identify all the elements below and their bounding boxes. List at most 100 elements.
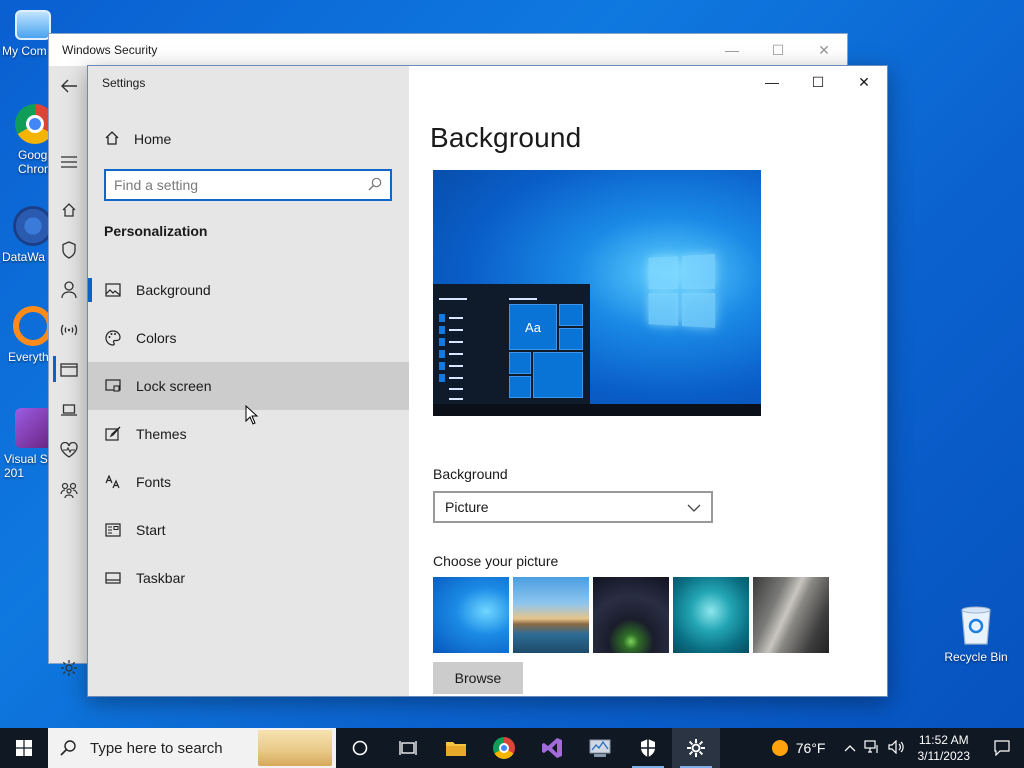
system-tray: 76°F 11:52 AM 3/11/2023 <box>758 728 1024 768</box>
desktop-icon-label: Recycle Bin <box>944 650 1008 664</box>
picture-thumbnail-1[interactable] <box>433 577 509 653</box>
notification-icon <box>994 740 1010 756</box>
chrome-icon <box>493 737 515 759</box>
file-explorer-button[interactable] <box>432 728 480 768</box>
page-title: Background <box>430 122 582 153</box>
shield-icon[interactable] <box>59 240 79 260</box>
folder-icon <box>446 742 466 756</box>
laptop-icon[interactable] <box>59 400 79 420</box>
chevron-up-icon[interactable] <box>840 741 860 755</box>
nav-item-taskbar[interactable]: Taskbar <box>88 554 409 602</box>
recycle-bin-icon <box>961 606 991 645</box>
start-menu-icon <box>104 521 122 539</box>
settings-window[interactable]: Settings Home Personalization Background <box>87 65 888 697</box>
clock-time: 11:52 AM <box>918 733 969 747</box>
gear-icon <box>687 739 705 757</box>
visual-studio-button[interactable] <box>528 728 576 768</box>
window-title: Windows Security <box>62 43 158 57</box>
security-nav-rail <box>49 66 89 676</box>
picture-thumbnail-5[interactable] <box>753 577 829 653</box>
magnifier-icon <box>13 306 53 346</box>
background-type-dropdown[interactable]: Picture <box>433 491 713 523</box>
gear-icon[interactable] <box>59 658 79 678</box>
picture-thumbnail-4[interactable] <box>673 577 749 653</box>
clock-date: 3/11/2023 <box>917 749 971 763</box>
nav-item-label: Fonts <box>136 474 172 490</box>
picture-icon <box>104 281 122 299</box>
section-heading: Personalization <box>104 223 208 239</box>
nav-item-label: Background <box>136 282 211 298</box>
back-arrow-icon[interactable] <box>59 76 79 96</box>
search-icon <box>60 740 76 756</box>
brush-icon <box>104 425 122 443</box>
task-view-button[interactable] <box>384 728 432 768</box>
background-type-label: Background <box>433 466 508 482</box>
maximize-button[interactable]: ☐ <box>755 34 801 66</box>
computer-icon <box>15 10 51 40</box>
settings-button[interactable] <box>672 728 720 768</box>
clock[interactable]: 11:52 AM 3/11/2023 <box>908 732 981 764</box>
notifications-button[interactable] <box>980 728 1024 768</box>
cortana-button[interactable] <box>336 728 384 768</box>
windows-logo-icon <box>16 740 32 756</box>
desktop-preview: Aa <box>433 170 761 416</box>
nav-item-fonts[interactable]: Fonts <box>88 458 409 506</box>
network-icon[interactable] <box>860 739 884 757</box>
home-nav-item[interactable]: Home <box>104 128 171 150</box>
family-icon[interactable] <box>59 480 79 500</box>
picture-thumbnail-2[interactable] <box>513 577 589 653</box>
palette-icon <box>104 329 122 347</box>
desktop-icon-recycle-bin[interactable]: Recycle Bin <box>940 602 1012 664</box>
start-menu-preview: Aa <box>433 284 590 404</box>
chrome-button[interactable] <box>480 728 528 768</box>
nav-item-lock-screen[interactable]: Lock screen <box>88 362 409 410</box>
lock-screen-icon <box>104 377 122 395</box>
heart-pulse-icon[interactable] <box>59 440 79 460</box>
speaker-icon[interactable] <box>884 739 908 757</box>
hamburger-menu-icon[interactable] <box>59 152 79 172</box>
nav-item-colors[interactable]: Colors <box>88 314 409 362</box>
windows-security-button[interactable] <box>624 728 672 768</box>
search-input[interactable] <box>114 177 368 193</box>
task-manager-button[interactable] <box>576 728 624 768</box>
taskbar-icon <box>104 569 122 587</box>
settings-sidebar: Settings Home Personalization Background <box>88 66 409 696</box>
search-highlight-image <box>258 730 332 766</box>
browse-button[interactable]: Browse <box>433 662 523 694</box>
taskbar-search-box[interactable]: Type here to search <box>48 728 336 768</box>
weather-widget[interactable]: 76°F <box>758 740 840 756</box>
circle-icon <box>352 740 368 756</box>
chevron-down-icon <box>687 499 701 515</box>
search-icon <box>368 177 382 194</box>
datawarp-icon <box>13 206 53 246</box>
windows-logo-icon <box>648 254 718 330</box>
search-placeholder: Type here to search <box>90 739 223 757</box>
mouse-cursor-icon <box>245 405 259 425</box>
nav-item-start[interactable]: Start <box>88 506 409 554</box>
app-browser-icon[interactable] <box>59 360 79 380</box>
picture-thumbnail-3[interactable] <box>593 577 669 653</box>
minimize-button[interactable]: — <box>709 34 755 66</box>
nav-item-label: Themes <box>136 426 187 442</box>
taskbar-preview <box>433 404 761 416</box>
home-icon[interactable] <box>59 200 79 220</box>
close-button[interactable]: ✕ <box>801 34 847 66</box>
selection-indicator <box>53 356 56 382</box>
task-view-icon <box>399 741 417 755</box>
picture-thumbnails <box>433 577 829 653</box>
person-icon[interactable] <box>59 280 79 300</box>
visual-studio-icon <box>542 738 562 758</box>
wifi-signal-icon[interactable] <box>59 320 79 340</box>
nav-item-label: Start <box>136 522 166 538</box>
taskbar: Type here to search 76°F 11:52 AM 3/11/2… <box>0 728 1024 768</box>
personalization-nav: Background Colors Lock screen Themes Fon… <box>88 266 409 602</box>
dropdown-value: Picture <box>445 499 489 515</box>
nav-item-background[interactable]: Background <box>88 266 409 314</box>
window-title: Settings <box>102 76 146 90</box>
sun-icon <box>771 740 788 756</box>
home-label: Home <box>134 131 172 147</box>
find-setting-search[interactable] <box>104 169 392 201</box>
selection-indicator <box>88 278 92 302</box>
title-bar[interactable]: Windows Security — ☐ ✕ <box>49 34 847 66</box>
start-button[interactable] <box>0 728 48 768</box>
